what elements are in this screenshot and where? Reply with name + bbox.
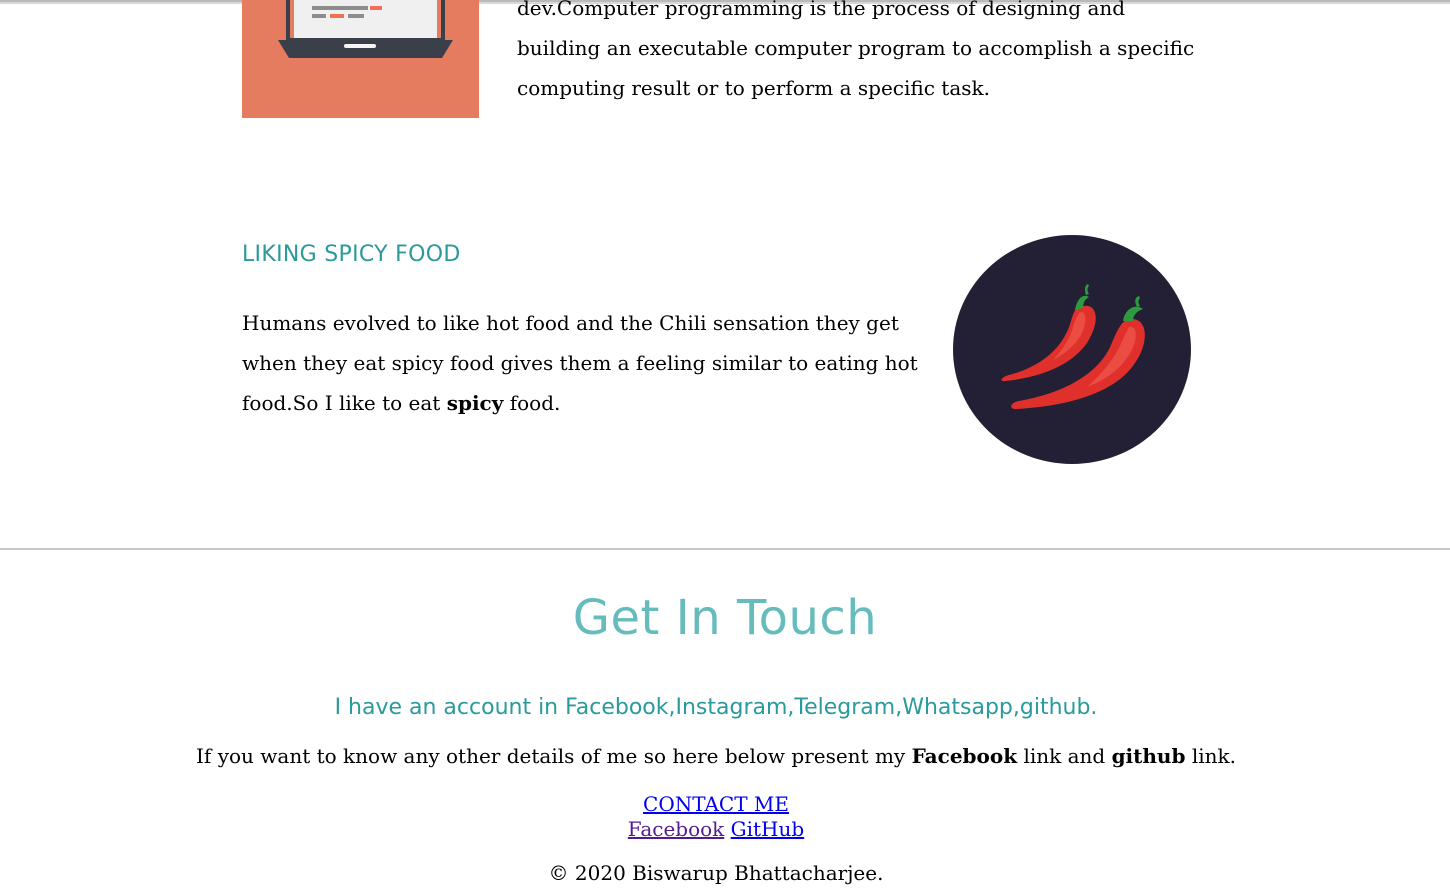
details-text-end: link.	[1191, 744, 1236, 768]
accounts-subheading: I have an account in Facebook,Instagram,…	[334, 695, 1098, 720]
spicy-food-text: Humans evolved to like hot food and the …	[242, 311, 918, 415]
laptop-illustration	[242, 0, 479, 118]
section-divider	[0, 548, 1450, 550]
details-text: If you want to know any other details of…	[196, 744, 906, 768]
spicy-food-description: Humans evolved to like hot food and the …	[242, 303, 922, 423]
programming-description: dev.Computer programming is the process …	[517, 0, 1195, 100]
get-in-touch-heading: Get In Touch	[572, 590, 878, 646]
chili-pepper-icon	[953, 235, 1191, 464]
details-text-mid: link and	[1023, 744, 1106, 768]
social-links-row: Facebook GitHub	[0, 817, 1432, 841]
chili-illustration	[953, 235, 1191, 464]
spicy-food-text-end: food.	[509, 391, 561, 415]
copyright-text: © 2020 Biswarup Bhattacharjee.	[548, 861, 884, 885]
laptop-icon	[278, 0, 453, 58]
github-link[interactable]: GitHub	[731, 817, 805, 841]
facebook-link[interactable]: Facebook	[628, 817, 724, 841]
contact-link-row: CONTACT ME	[0, 792, 1432, 816]
details-paragraph: If you want to know any other details of…	[0, 744, 1432, 768]
github-bold-text: github	[1111, 744, 1186, 768]
contact-me-link[interactable]: CONTACT ME	[643, 792, 789, 816]
spicy-bold-word: spicy	[446, 391, 504, 415]
section-heading-spicy-food: LIKING SPICY FOOD	[242, 242, 461, 267]
facebook-bold-text: Facebook	[911, 744, 1018, 768]
